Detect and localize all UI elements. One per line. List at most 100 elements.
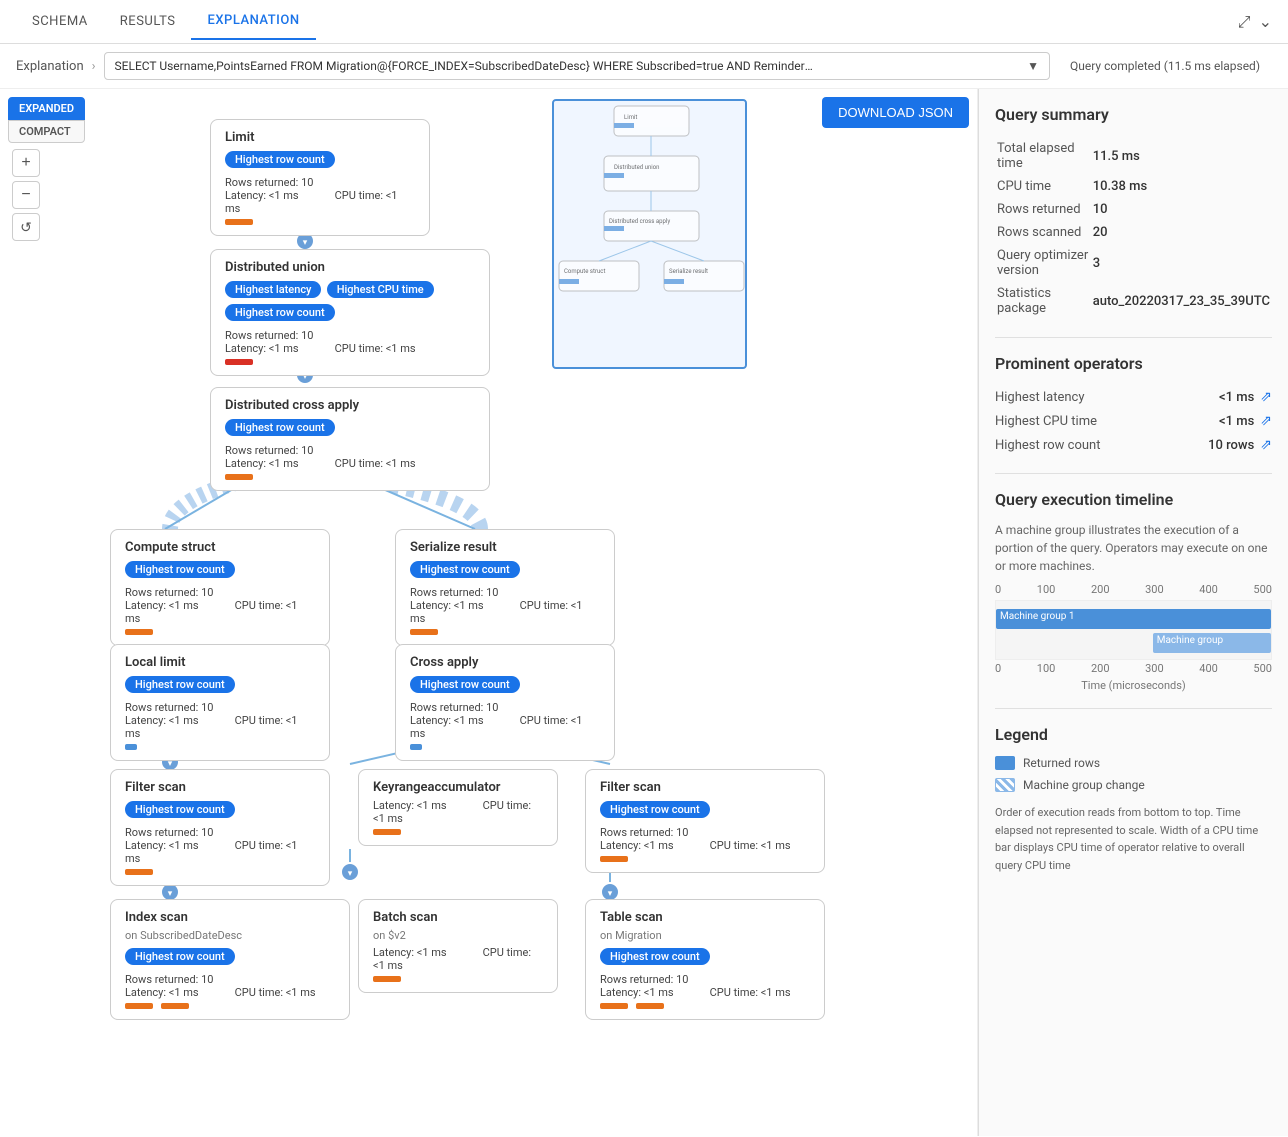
svg-text:▾: ▾ [608,889,613,899]
prominent-value: <1 ms ⇗ [1219,413,1272,429]
svg-text:▾: ▾ [348,869,353,879]
zoom-controls: + − ↺ [12,149,40,241]
chevron-down-icon[interactable]: ⌄ [1259,12,1272,31]
node-ll-bars [125,744,315,750]
breadcrumb-arrow: › [92,59,96,74]
node-fsr-metrics: Rows returned: 10 Latency: <1 msCPU time… [600,826,810,852]
prominent-row-latency: Highest latency <1 ms ⇗ [995,385,1272,409]
timeline-bars: Machine group 1 Machine group [995,600,1272,660]
node-du-title: Distributed union [225,260,475,275]
tab-results[interactable]: RESULTS [104,4,192,39]
node-ts-subtitle: on Migration [600,929,810,942]
zoom-in-btn[interactable]: + [12,149,40,177]
legend-item-machine: Machine group change [995,778,1272,792]
query-bar: Explanation › SELECT Username,PointsEarn… [0,44,1288,89]
latency-bar [410,744,422,750]
cpu-bar-orange [636,1003,664,1009]
dropdown-icon[interactable]: ▼ [1027,59,1039,73]
timeline-bar-mg2: Machine group [1153,633,1271,653]
summary-row-cpu: CPU time 10.38 ms [997,176,1270,197]
svg-text:▾: ▾ [168,889,173,899]
node-keyrange[interactable]: Keyrangeaccumulator Latency: <1 msCPU ti… [358,769,558,846]
node-fsl-metrics: Rows returned: 10 Latency: <1 msCPU time… [125,826,315,865]
latency-bar [125,629,153,635]
prominent-label: Highest CPU time [995,414,1097,429]
node-table-scan[interactable]: Table scan on Migration Highest row coun… [585,899,825,1020]
node-dca-badge: Highest row count [225,419,335,436]
node-compute-struct[interactable]: Compute struct Highest row count Rows re… [110,529,330,646]
node-cs-bars [125,629,315,635]
link-icon-latency[interactable]: ⇗ [1260,389,1272,405]
view-compact-btn[interactable]: COMPACT [8,120,85,143]
node-ca-metrics: Rows returned: 10 Latency: <1 msCPU time… [410,701,600,740]
timeline-description: A machine group illustrates the executio… [995,521,1272,575]
timeline-title: Query execution timeline [995,490,1272,509]
latency-bar [225,359,253,365]
node-cs-title: Compute struct [125,540,315,555]
node-du-badge-row: Highest row count [225,304,335,321]
timeline-axis-bottom: 0 100 200 300 400 500 [995,662,1272,675]
node-batch-scan[interactable]: Batch scan on $v2 Latency: <1 msCPU time… [358,899,558,993]
node-limit[interactable]: Limit Highest row count Rows returned: 1… [210,119,430,236]
summary-row-rows-scanned: Rows scanned 20 [997,222,1270,243]
latency-bar [410,629,438,635]
node-sr-metrics: Rows returned: 10 Latency: <1 msCPU time… [410,586,600,625]
prominent-label: Highest row count [995,438,1100,453]
node-distributed-cross-apply[interactable]: Distributed cross apply Highest row coun… [210,387,490,491]
query-summary-title: Query summary [995,105,1272,124]
node-is-subtitle: on SubscribedDateDesc [125,929,335,942]
summary-label: Statistics package [997,283,1091,319]
summary-value: 10.38 ms [1093,176,1270,197]
link-icon-cpu[interactable]: ⇗ [1260,413,1272,429]
fullscreen-icon[interactable]: ⤢ [1238,12,1251,32]
legend-title: Legend [995,725,1272,744]
summary-value: 20 [1093,222,1270,243]
node-sr-badge: Highest row count [410,561,520,578]
latency-bar [225,219,253,225]
node-filter-scan-right[interactable]: Filter scan Highest row count Rows retur… [585,769,825,873]
view-expanded-btn[interactable]: EXPANDED [8,97,85,120]
node-limit-metrics: Rows returned: 10 Latency: <1 msCPU time… [225,176,415,215]
zoom-out-btn[interactable]: − [12,181,40,209]
legend-label-machine: Machine group change [1023,778,1145,792]
node-fsl-title: Filter scan [125,780,315,795]
node-bs-bars [373,976,543,982]
node-kr-metrics: Latency: <1 msCPU time: <1 ms [373,799,543,825]
node-du-metrics: Rows returned: 10 Latency: <1 msCPU time… [225,329,475,355]
node-serialize-result[interactable]: Serialize result Highest row count Rows … [395,529,615,646]
timeline-bar-mg1: Machine group 1 [996,609,1271,629]
link-icon-rows[interactable]: ⇗ [1260,437,1272,453]
zoom-reset-btn[interactable]: ↺ [12,213,40,241]
node-filter-scan-left[interactable]: Filter scan Highest row count Rows retur… [110,769,330,886]
node-is-metrics: Rows returned: 10 Latency: <1 msCPU time… [125,973,335,999]
summary-label: CPU time [997,176,1091,197]
node-sr-bars [410,629,600,635]
summary-label: Total elapsed time [997,138,1091,174]
node-index-scan[interactable]: Index scan on SubscribedDateDesc Highest… [110,899,350,1020]
legend-label-returned: Returned rows [1023,756,1100,770]
node-distributed-union[interactable]: Distributed union Highest latency Highes… [210,249,490,376]
node-ts-title: Table scan [600,910,810,925]
timeline-x-label: Time (microseconds) [995,679,1272,692]
latency-bar [373,829,401,835]
tab-schema[interactable]: SCHEMA [16,4,104,39]
summary-value: auto_20220317_23_35_39UTC [1093,283,1270,319]
summary-label: Rows scanned [997,222,1091,243]
node-local-limit[interactable]: Local limit Highest row count Rows retur… [110,644,330,761]
node-du-badge-cpu: Highest CPU time [327,281,434,298]
summary-row-stats: Statistics package auto_20220317_23_35_3… [997,283,1270,319]
node-dca-metrics: Rows returned: 10 Latency: <1 msCPU time… [225,444,475,470]
prominent-value: <1 ms ⇗ [1219,389,1272,405]
node-bs-title: Batch scan [373,910,543,925]
tab-explanation[interactable]: EXPLANATION [191,3,315,40]
query-input[interactable]: SELECT Username,PointsEarned FROM Migrat… [104,52,1050,80]
legend-box-returned [995,756,1015,770]
right-panel: Query summary Total elapsed time 11.5 ms… [978,89,1288,1136]
prominent-label: Highest latency [995,390,1085,405]
summary-row-rows-returned: Rows returned 10 [997,199,1270,220]
node-cross-apply[interactable]: Cross apply Highest row count Rows retur… [395,644,615,761]
node-bs-metrics: Latency: <1 msCPU time: <1 ms [373,946,543,972]
divider-3 [995,708,1272,709]
node-ca-bars [410,744,600,750]
summary-value: 3 [1093,245,1270,281]
